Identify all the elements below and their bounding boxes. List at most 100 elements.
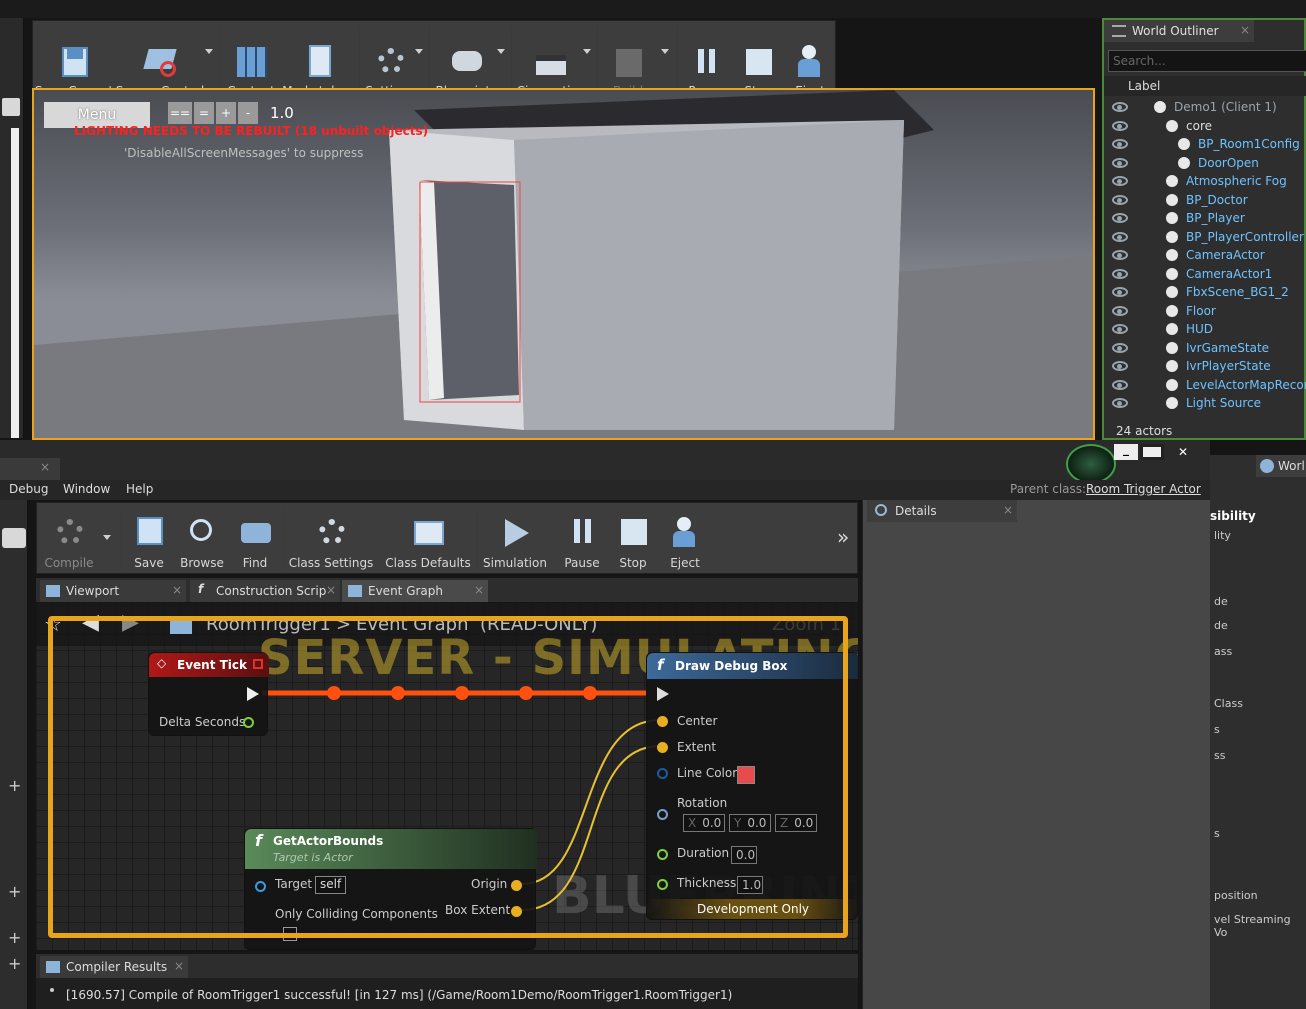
tab-event-graph[interactable]: Event Graph ×	[342, 580, 488, 602]
chevron-down-icon[interactable]	[661, 49, 669, 54]
outliner-item[interactable]: HUD	[1104, 320, 1304, 338]
plus-icon[interactable]: +	[8, 776, 21, 795]
compiler-results-tab[interactable]: Compiler Results ×	[40, 956, 188, 978]
tab-viewport[interactable]: Viewport ×	[40, 580, 186, 602]
close-icon[interactable]: ×	[172, 583, 182, 597]
outliner-item[interactable]: LevelActorMapRecorder	[1104, 376, 1306, 394]
bp-tab[interactable]: ×	[0, 458, 60, 480]
eye-icon[interactable]	[1112, 157, 1128, 168]
search-icon[interactable]	[2, 528, 26, 548]
outliner-item[interactable]: IvrPlayerState	[1104, 357, 1304, 375]
parent-class-link[interactable]: Room Trigger Actor	[1086, 482, 1201, 496]
eye-icon[interactable]	[1112, 361, 1128, 371]
actor-icon	[1166, 378, 1178, 391]
bp-save-button[interactable]: Save	[127, 503, 171, 573]
bullet-icon	[50, 988, 54, 992]
plus-icon[interactable]: +	[8, 882, 21, 901]
chevron-down-icon[interactable]	[583, 49, 591, 54]
maximize-button[interactable]	[1140, 444, 1164, 460]
expand-toolbar-icon[interactable]: »	[837, 525, 849, 549]
close-icon[interactable]: ×	[1003, 503, 1013, 517]
right-detail-row: de	[1214, 619, 1228, 632]
outliner-item-label: LevelActorMapRecorder	[1186, 377, 1306, 392]
simulation-button[interactable]: Simulation	[483, 503, 547, 573]
level-viewport[interactable]: Menu == = + - 1.0 LIGHTING NEEDS TO BE R…	[32, 88, 1095, 440]
tab-construction-script[interactable]: f Construction Scrip ×	[190, 580, 340, 602]
eye-icon[interactable]	[1112, 231, 1128, 242]
close-window-button[interactable]: ✕	[1166, 444, 1200, 460]
outliner-item[interactable]: BP_Room1Config	[1104, 135, 1304, 153]
minimize-button[interactable]: _	[1114, 443, 1138, 460]
outliner-label-header[interactable]: Label	[1104, 76, 1306, 96]
browse-button[interactable]: Browse	[177, 503, 227, 573]
eye-icon[interactable]	[1112, 120, 1128, 131]
eye-icon[interactable]	[1112, 102, 1128, 112]
eye-icon[interactable]	[1112, 305, 1128, 316]
menu-help[interactable]: Help	[126, 482, 153, 496]
outliner-item[interactable]: Floor	[1104, 302, 1304, 320]
outliner-item[interactable]: BP_PlayerController	[1104, 228, 1304, 246]
bp-stop-button[interactable]: Stop	[611, 503, 655, 573]
find-label: Find	[242, 556, 268, 570]
zoom-equal-double-button[interactable]: ==	[168, 102, 192, 124]
world-outliner-tab[interactable]: World Outliner ×	[1104, 20, 1254, 42]
outliner-item[interactable]: CameraActor	[1104, 246, 1304, 264]
chevron-down-icon[interactable]	[103, 535, 111, 540]
compiler-message[interactable]: [1690.57] Compile of RoomTrigger1 succes…	[66, 988, 732, 1002]
eye-icon[interactable]	[1112, 213, 1128, 223]
right-tab[interactable]: Worl	[1256, 455, 1306, 477]
outliner-item[interactable]: FbxScene_BG1_2	[1104, 283, 1304, 301]
close-icon[interactable]: ×	[40, 460, 50, 474]
search-icon[interactable]	[2, 98, 20, 116]
bp-eject-button[interactable]: Eject	[663, 503, 707, 573]
left-scrollbar[interactable]	[11, 128, 19, 438]
outliner-item-label: CameraActor	[1186, 248, 1265, 262]
eye-icon[interactable]	[1112, 342, 1128, 353]
close-icon[interactable]: ×	[326, 583, 336, 597]
outliner-item[interactable]: BP_Doctor	[1104, 191, 1304, 209]
outliner-item-label: CameraActor1	[1186, 266, 1273, 281]
class-settings-button[interactable]: Class Settings	[289, 503, 373, 573]
event-graph-canvas[interactable]: ☆ ◀ ▶ RoomTrigger1 > Event Graph (READ-O…	[36, 602, 858, 950]
eye-icon[interactable]	[1112, 324, 1128, 334]
class-defaults-button[interactable]: Class Defaults	[383, 503, 473, 573]
outliner-item[interactable]: Atmospheric Fog	[1104, 172, 1304, 190]
outliner-item[interactable]: Demo1 (Client 1)	[1104, 98, 1304, 116]
outliner-item[interactable]: DoorOpen	[1104, 154, 1304, 172]
chevron-down-icon[interactable]	[497, 49, 505, 54]
actor-icon	[1178, 156, 1190, 169]
actor-icon	[1166, 304, 1178, 317]
outliner-search-input[interactable]: Search...	[1108, 50, 1306, 72]
menu-window[interactable]: Window	[63, 482, 110, 496]
eye-icon[interactable]	[1112, 398, 1128, 408]
chevron-down-icon[interactable]	[415, 49, 423, 54]
browse-label: Browse	[180, 556, 224, 570]
bp-pause-button[interactable]: Pause	[559, 503, 605, 573]
zoom-plus-button[interactable]: +	[216, 102, 236, 124]
plus-icon[interactable]: +	[8, 928, 21, 947]
close-icon[interactable]: ×	[174, 959, 184, 973]
class-defaults-icon	[412, 517, 444, 551]
eye-icon[interactable]	[1112, 287, 1128, 297]
find-button[interactable]: Find	[233, 503, 277, 573]
details-tab[interactable]: Details ×	[867, 500, 1017, 522]
outliner-item[interactable]: IvrGameState	[1104, 339, 1304, 357]
eye-icon[interactable]	[1112, 268, 1128, 279]
close-icon[interactable]: ×	[474, 583, 484, 597]
plus-icon[interactable]: +	[8, 954, 21, 973]
eye-icon[interactable]	[1112, 139, 1128, 149]
eye-icon[interactable]	[1112, 194, 1128, 205]
close-icon[interactable]: ×	[1240, 23, 1250, 37]
outliner-item[interactable]: BP_Player	[1104, 209, 1304, 227]
outliner-item[interactable]: core	[1104, 117, 1304, 135]
outliner-item[interactable]: CameraActor1	[1104, 265, 1304, 283]
zoom-minus-button[interactable]: -	[238, 102, 258, 124]
compile-button[interactable]: Compile	[41, 503, 97, 573]
chevron-down-icon[interactable]	[205, 49, 213, 54]
eye-icon[interactable]	[1112, 176, 1128, 186]
menu-debug[interactable]: Debug	[9, 482, 48, 496]
outliner-item[interactable]: Light Source	[1104, 394, 1304, 412]
eye-icon[interactable]	[1112, 379, 1128, 390]
eye-icon[interactable]	[1112, 250, 1128, 260]
zoom-equal-button[interactable]: =	[194, 102, 214, 124]
